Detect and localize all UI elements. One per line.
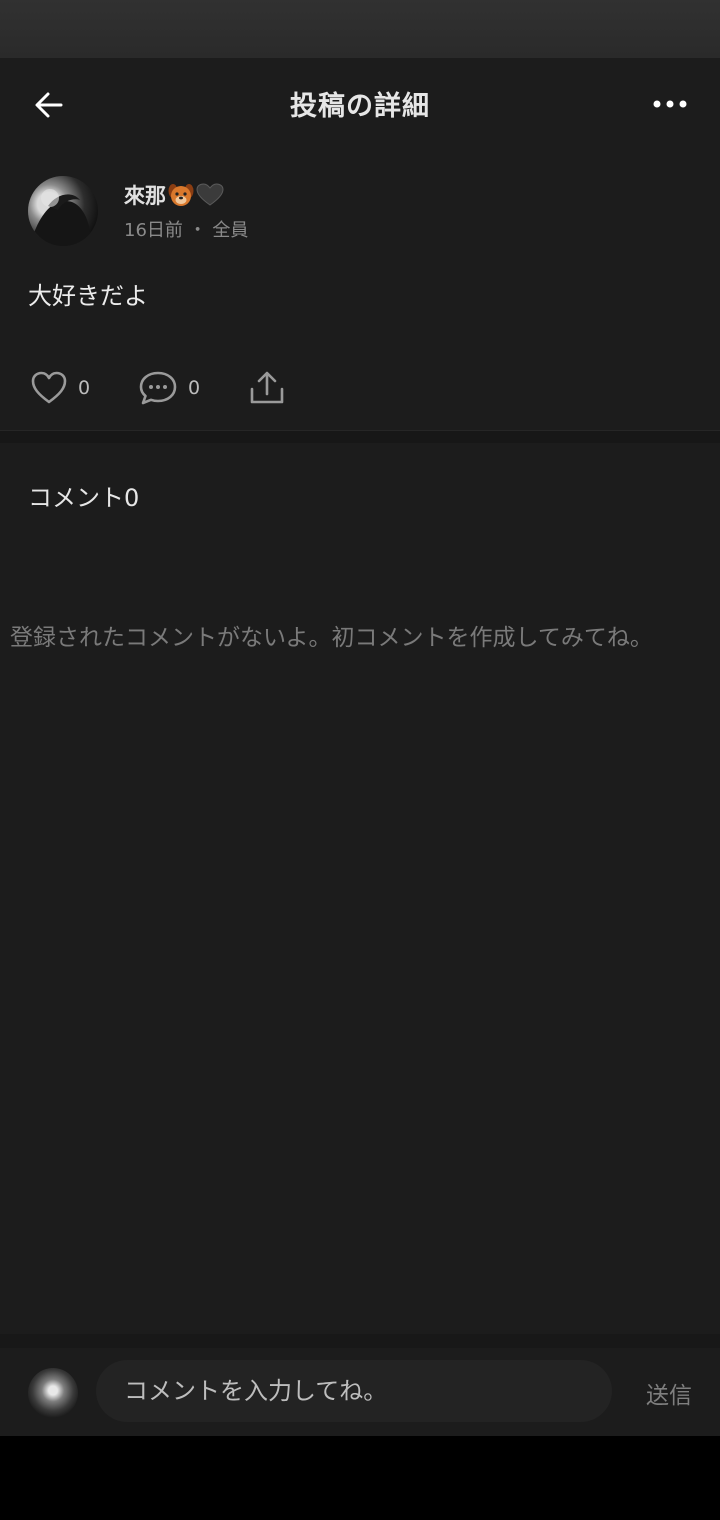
post-detail-page: 投稿の詳細 來那 16日前 ・ 全員 大好きだよ 0 0 コメント0 登録された…: [0, 58, 720, 1450]
meta-separator: ・: [188, 220, 207, 241]
author-name[interactable]: 來那: [124, 180, 224, 212]
post-body: 大好きだよ: [28, 282, 148, 310]
send-button[interactable]: 送信: [646, 1376, 692, 1410]
heart-outline-icon: [31, 371, 67, 404]
post-author: 來那 16日前 ・ 全員: [28, 176, 688, 246]
comments-heading: コメント0: [28, 484, 140, 512]
author-avatar[interactable]: [28, 176, 98, 246]
avatar-image: [28, 189, 98, 246]
empty-comments-message: 登録されたコメントがないよ。初コメントを作成してみてね。: [10, 625, 653, 651]
status-bar: [0, 0, 720, 58]
post-actions: 0 0: [30, 364, 430, 412]
comment-composer: 送信: [0, 1334, 720, 1450]
like-button[interactable]: 0: [30, 364, 90, 412]
comment-input[interactable]: [96, 1360, 612, 1422]
header: 投稿の詳細: [0, 58, 720, 150]
system-navigation-area: [0, 1436, 720, 1520]
dog-face-emoji: [168, 183, 194, 212]
page-title: 投稿の詳細: [290, 91, 430, 122]
black-heart-emoji: [196, 182, 224, 212]
comment-count: 0: [188, 377, 201, 399]
author-name-text: 來那: [124, 184, 166, 208]
like-count: 0: [78, 377, 91, 399]
current-user-avatar: [28, 1368, 78, 1418]
chat-bubble-icon: [139, 371, 177, 405]
more-options-button[interactable]: [644, 82, 696, 126]
post-time: 16日前: [124, 220, 183, 241]
share-button[interactable]: [248, 364, 286, 412]
post-meta: 16日前 ・ 全員: [124, 216, 248, 242]
more-horizontal-icon: [653, 100, 687, 108]
section-divider: [0, 430, 720, 443]
screen: 投稿の詳細 來那 16日前 ・ 全員 大好きだよ 0 0 コメント0 登録された…: [0, 0, 720, 1520]
share-upload-icon: [250, 371, 284, 404]
post-audience: 全員: [212, 220, 249, 241]
comment-button[interactable]: 0: [138, 364, 200, 412]
